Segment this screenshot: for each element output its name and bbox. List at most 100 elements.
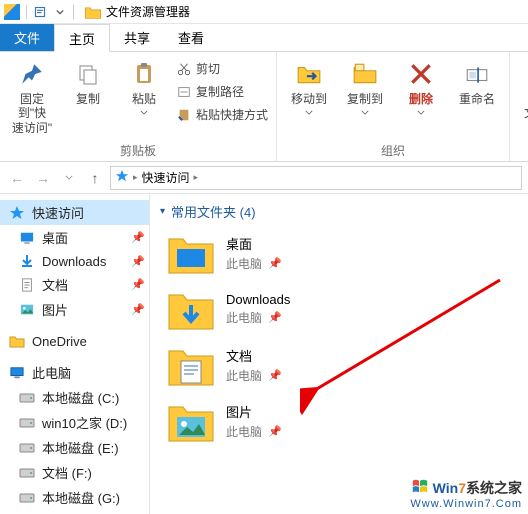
chevron-right-icon[interactable]: ▸ — [194, 172, 199, 183]
new-folder-button[interactable]: 新建 文件夹 — [518, 56, 528, 121]
sidebar-onedrive[interactable]: OneDrive — [0, 330, 149, 352]
dropdown-icon — [361, 110, 369, 115]
group-clipboard: 固定到"快 速访问" 复制 粘贴 剪切 — [0, 52, 277, 161]
qat-properties-icon[interactable] — [33, 5, 47, 19]
move-to-button[interactable]: 移动到 — [285, 56, 333, 115]
pin-icon — [17, 60, 47, 88]
pin-icon: 📌 — [268, 369, 282, 382]
copy-path-button[interactable]: 复制路径 — [176, 81, 268, 102]
tab-share[interactable]: 共享 — [110, 24, 164, 51]
system-icon[interactable] — [4, 4, 20, 20]
folder-thumb-documents — [166, 343, 216, 387]
folder-thumb-downloads — [166, 287, 216, 331]
copy-to-button[interactable]: 复制到 — [341, 56, 389, 115]
folder-thumb-desktop — [166, 231, 216, 275]
breadcrumb-item[interactable]: 快速访问 — [142, 169, 190, 186]
paste-button[interactable]: 粘贴 — [120, 56, 168, 115]
pin-icon: 📌 — [268, 425, 282, 438]
computer-icon — [8, 365, 26, 381]
content-pane[interactable]: ▾ 常用文件夹 (4) 桌面 此电脑📌 Downloads 此电脑📌 — [150, 194, 528, 514]
chevron-down-icon[interactable]: ▾ — [160, 206, 165, 217]
breadcrumb-bar[interactable]: ▸ 快速访问 ▸ — [110, 166, 522, 190]
sidebar-drive-d[interactable]: win10之家 (D:) — [0, 410, 149, 435]
forward-button[interactable]: → — [32, 167, 54, 189]
section-header[interactable]: ▾ 常用文件夹 (4) — [160, 202, 518, 221]
up-button[interactable]: ↑ — [84, 167, 106, 189]
sidebar-downloads[interactable]: Downloads 📌 — [0, 250, 149, 272]
group-label-organize: 组织 — [285, 140, 501, 159]
pin-icon: 📌 — [131, 303, 145, 316]
sidebar-drive-f[interactable]: 文档 (F:) — [0, 460, 149, 485]
sidebar-item-label: 文档 — [42, 275, 68, 294]
folder-name: Downloads — [226, 292, 290, 307]
sidebar-item-label: 本地磁盘 (E:) — [42, 438, 119, 457]
sidebar-drive-c[interactable]: 本地磁盘 (C:) — [0, 385, 149, 410]
explorer-icon — [84, 5, 100, 19]
qat-dropdown-icon[interactable] — [53, 5, 67, 19]
pictures-icon — [18, 302, 36, 318]
pin-to-quick-access-button[interactable]: 固定到"快 速访问" — [8, 56, 56, 135]
group-new: 新建 文件夹 新建 轻松 新建 — [510, 52, 528, 161]
drive-icon — [18, 440, 36, 456]
folder-item-downloads[interactable]: Downloads 此电脑📌 — [160, 285, 518, 333]
copy-icon — [73, 60, 103, 88]
copy-path-icon — [176, 84, 192, 100]
star-icon — [8, 205, 26, 221]
sidebar-desktop[interactable]: 桌面 📌 — [0, 225, 149, 250]
separator — [26, 5, 27, 19]
chevron-right-icon[interactable]: ▸ — [133, 172, 138, 183]
sidebar-documents[interactable]: 文档 📌 — [0, 272, 149, 297]
sidebar-pictures[interactable]: 图片 📌 — [0, 297, 149, 322]
folder-location: 此电脑📌 — [226, 309, 290, 326]
delete-button[interactable]: 删除 — [397, 56, 445, 115]
back-button[interactable]: ← — [6, 167, 28, 189]
folder-item-documents[interactable]: 文档 此电脑📌 — [160, 341, 518, 389]
folder-item-desktop[interactable]: 桌面 此电脑📌 — [160, 229, 518, 277]
folder-name: 桌面 — [226, 234, 282, 253]
tab-file[interactable]: 文件 — [0, 24, 54, 51]
folder-location: 此电脑📌 — [226, 255, 282, 272]
drive-icon — [18, 465, 36, 481]
folder-item-pictures[interactable]: 图片 此电脑📌 — [160, 397, 518, 445]
move-to-icon — [294, 60, 324, 88]
title-bar: 文件资源管理器 — [0, 0, 528, 24]
quick-access-star-icon — [115, 169, 129, 186]
drive-icon — [18, 415, 36, 431]
pin-icon: 📌 — [268, 311, 282, 324]
paste-shortcut-button[interactable]: 粘贴快捷方式 — [176, 104, 268, 125]
quick-access-toolbar — [4, 4, 74, 20]
sidebar-drive-e[interactable]: 本地磁盘 (E:) — [0, 435, 149, 460]
pin-icon: 📌 — [131, 231, 145, 244]
main-area: 快速访问 桌面 📌 Downloads 📌 文档 📌 图片 📌 OneDrive — [0, 194, 528, 514]
tab-home[interactable]: 主页 — [54, 24, 110, 52]
group-organize: 移动到 复制到 删除 重命名 组织 — [277, 52, 510, 161]
sidebar-item-label: 桌面 — [42, 228, 68, 247]
ribbon-tabs: 文件 主页 共享 查看 — [0, 24, 528, 52]
navigation-bar: ← → ↑ ▸ 快速访问 ▸ — [0, 162, 528, 194]
sidebar-item-label: 本地磁盘 (C:) — [42, 388, 119, 407]
history-dropdown[interactable] — [58, 167, 80, 189]
folder-name: 文档 — [226, 346, 282, 365]
sidebar-item-label: 此电脑 — [32, 363, 71, 382]
sidebar-quick-access[interactable]: 快速访问 — [0, 200, 149, 225]
navigation-pane[interactable]: 快速访问 桌面 📌 Downloads 📌 文档 📌 图片 📌 OneDrive — [0, 194, 150, 514]
desktop-icon — [18, 230, 36, 246]
folder-list: 桌面 此电脑📌 Downloads 此电脑📌 文档 — [160, 229, 518, 445]
cut-icon — [176, 61, 192, 77]
cut-button[interactable]: 剪切 — [176, 58, 268, 79]
sidebar-item-label: 本地磁盘 (G:) — [42, 488, 120, 507]
sidebar-this-pc[interactable]: 此电脑 — [0, 360, 149, 385]
folder-location: 此电脑📌 — [226, 367, 282, 384]
tab-view[interactable]: 查看 — [164, 24, 218, 51]
rename-button[interactable]: 重命名 — [453, 56, 501, 106]
sidebar-item-label: win10之家 (D:) — [42, 413, 127, 432]
ribbon: 固定到"快 速访问" 复制 粘贴 剪切 — [0, 52, 528, 162]
sidebar-drive-g[interactable]: 本地磁盘 (G:) — [0, 485, 149, 510]
sidebar-item-label: 图片 — [42, 300, 68, 319]
window-title: 文件资源管理器 — [106, 3, 190, 20]
copy-button[interactable]: 复制 — [64, 56, 112, 106]
drive-icon — [18, 390, 36, 406]
pin-label: 固定到"快 速访问" — [8, 92, 56, 135]
dropdown-icon — [417, 110, 425, 115]
group-label-new: 新建 — [518, 140, 528, 159]
